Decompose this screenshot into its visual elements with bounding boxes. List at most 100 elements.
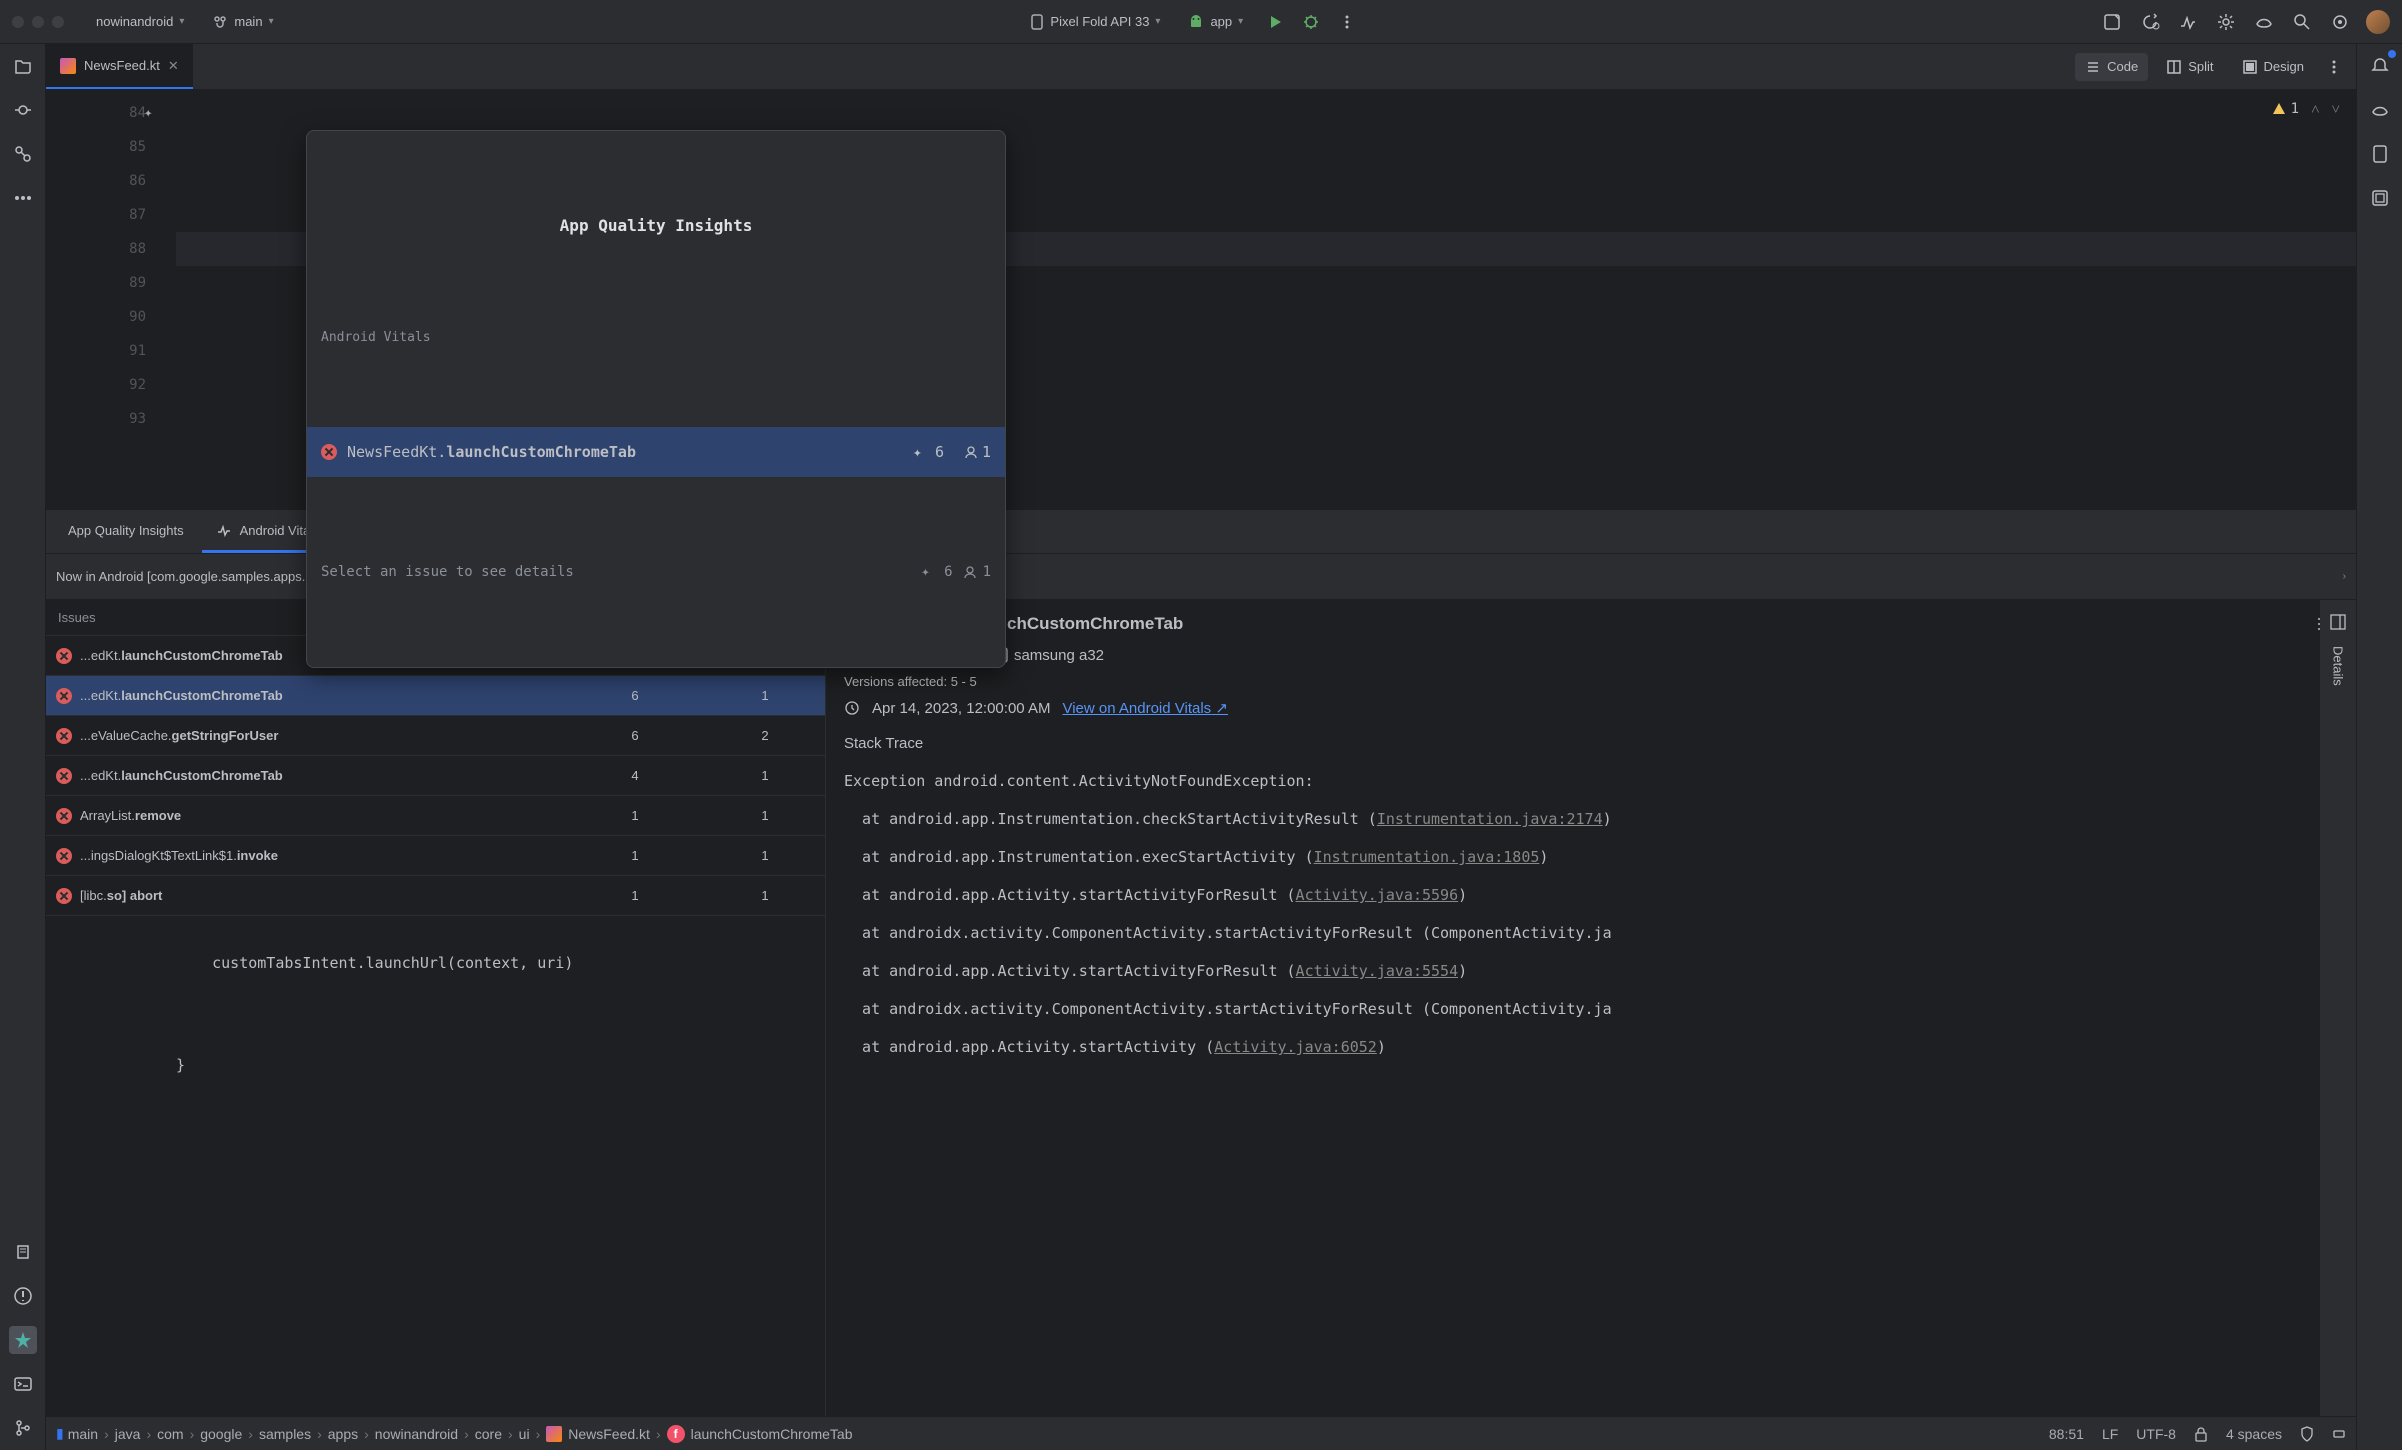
crumb[interactable]: samples (259, 1426, 311, 1442)
issue-detail-pane: NewsFeedKt.launchCustomChromeTab ✦ 6 1 3… (826, 600, 2356, 1416)
gutter-insight-icon[interactable]: ✦ (144, 96, 152, 130)
gradle-icon[interactable] (2252, 10, 2276, 34)
crumb-function[interactable]: flaunchCustomChromeTab (667, 1425, 853, 1443)
status-shield-icon[interactable] (2300, 1426, 2314, 1442)
git-branch-icon (212, 14, 228, 30)
crumb[interactable]: apps (328, 1426, 358, 1442)
crumb-source-root[interactable]: ▮main (56, 1425, 98, 1442)
debug-button[interactable] (1299, 10, 1323, 34)
chevron-down-icon: ▾ (269, 16, 274, 27)
editor-tabs: NewsFeed.kt ✕ Code Split Design (46, 44, 2356, 90)
detail-date-row: Apr 14, 2023, 12:00:00 AM View on Androi… (844, 699, 2338, 717)
code-with-me-icon[interactable] (2100, 10, 2124, 34)
status-line-sep[interactable]: LF (2102, 1426, 2118, 1442)
branch-name: main (234, 14, 262, 29)
stack-trace[interactable]: Exception android.content.ActivityNotFou… (844, 762, 2338, 1066)
close-window[interactable] (12, 16, 24, 28)
error-icon (56, 728, 72, 744)
commit-tool-icon[interactable] (9, 96, 37, 124)
device-manager-icon[interactable] (2366, 140, 2394, 168)
vcs-tool-icon[interactable] (9, 1414, 37, 1442)
error-icon (56, 688, 72, 704)
crumb[interactable]: com (157, 1426, 183, 1442)
crumb-file[interactable]: NewsFeed.kt (546, 1426, 650, 1442)
search-icon[interactable] (2290, 10, 2314, 34)
detail-stats: ✦ 6 1 33 samsung a32 (844, 646, 2338, 664)
details-tab-label[interactable]: Details (2331, 646, 2346, 686)
problems-tool-icon[interactable] (9, 1282, 37, 1310)
android-icon (1188, 14, 1204, 30)
editor-more-icon[interactable] (2322, 55, 2346, 79)
project-name: nowinandroid (96, 14, 173, 29)
file-tab-newsfeed[interactable]: NewsFeed.kt ✕ (46, 44, 193, 89)
next-highlight-icon[interactable]: ˅ (2332, 92, 2340, 126)
device-name: Pixel Fold API 33 (1050, 14, 1149, 29)
status-cursor-pos[interactable]: 88:51 (2049, 1426, 2084, 1442)
popup-users-stat: 1 (964, 435, 991, 469)
view-on-vitals-link[interactable]: View on Android Vitals ↗ (1062, 699, 1227, 717)
update-icon[interactable] (2138, 10, 2162, 34)
run-config-name: app (1210, 14, 1232, 29)
function-icon: f (667, 1425, 685, 1443)
error-icon (56, 768, 72, 784)
minimize-window[interactable] (32, 16, 44, 28)
window-controls[interactable] (12, 16, 64, 28)
settings-icon[interactable] (2328, 10, 2352, 34)
run-button[interactable] (1263, 10, 1287, 34)
editor-gutter: ✦ 84 85 86 87 88 89 90 91 92 93 (46, 90, 176, 510)
status-readonly-icon[interactable] (2194, 1426, 2208, 1442)
user-avatar[interactable] (2366, 10, 2390, 34)
kotlin-file-icon (60, 58, 76, 74)
structure-tool-icon[interactable] (9, 140, 37, 168)
run-config-selector[interactable]: app ▾ (1180, 10, 1251, 34)
popup-events-stat: ✦ 6 (913, 435, 944, 469)
chevron-down-icon: ▾ (1155, 16, 1160, 27)
app-quality-insights-tool-icon[interactable] (9, 1326, 37, 1354)
branch-selector[interactable]: main ▾ (204, 10, 281, 34)
popup-hint-row: Select an issue to see details ✦ 6 1 (307, 545, 1005, 599)
settings-gear-icon[interactable] (2214, 10, 2238, 34)
view-mode-split[interactable]: Split (2156, 53, 2223, 81)
detail-date: Apr 14, 2023, 12:00:00 AM (872, 700, 1050, 717)
logcat-tool-icon[interactable] (9, 1238, 37, 1266)
maximize-window[interactable] (52, 16, 64, 28)
project-tool-icon[interactable] (9, 52, 37, 80)
emulator-icon[interactable] (2366, 184, 2394, 212)
gradle-tool-icon[interactable] (2366, 96, 2394, 124)
stat-device: samsung a32 (996, 647, 1104, 664)
status-pin-icon[interactable] (2332, 1426, 2346, 1442)
breadcrumb-bar: ▮main ›java ›com ›google ›samples ›apps … (46, 1416, 2356, 1450)
editor-inspection-widget[interactable]: 1 ˄ ˅ (2271, 92, 2340, 126)
error-icon (56, 888, 72, 904)
project-selector[interactable]: nowinandroid ▾ (88, 10, 192, 33)
view-mode-design[interactable]: Design (2232, 53, 2314, 81)
view-mode-code[interactable]: Code (2075, 53, 2148, 81)
activity-icon[interactable] (2176, 10, 2200, 34)
phone-icon (1030, 14, 1044, 30)
prev-highlight-icon[interactable]: ˄ (2311, 92, 2319, 126)
device-selector[interactable]: Pixel Fold API 33 ▾ (1022, 10, 1168, 34)
close-tab-icon[interactable]: ✕ (168, 58, 179, 74)
left-tool-rail (0, 44, 46, 1450)
more-tool-icon[interactable] (9, 184, 37, 212)
code-editor[interactable]: ✦ 84 85 86 87 88 89 90 91 92 93 1 (46, 90, 2356, 510)
terminal-tool-icon[interactable] (9, 1370, 37, 1398)
layout-icon[interactable] (2326, 610, 2350, 634)
more-actions-icon[interactable] (1335, 10, 1359, 34)
chevron-down-icon: ▾ (1238, 16, 1243, 27)
popup-issue-row[interactable]: NewsFeedKt.launchCustomChromeTab ✦ 6 1 (307, 427, 1005, 477)
notifications-icon[interactable] (2366, 52, 2394, 80)
popup-title: App Quality Insights (307, 199, 1005, 249)
crumb[interactable]: google (200, 1426, 242, 1442)
crumb[interactable]: ui (519, 1426, 530, 1442)
error-icon (56, 648, 72, 664)
crumb[interactable]: java (115, 1426, 141, 1442)
insights-popup: App Quality Insights Android Vitals News… (306, 130, 1006, 668)
crumb[interactable]: core (475, 1426, 502, 1442)
error-icon (56, 848, 72, 864)
status-indent[interactable]: 4 spaces (2226, 1426, 2282, 1442)
crumb[interactable]: nowinandroid (375, 1426, 458, 1442)
detail-sidebar: Details (2320, 600, 2356, 1416)
stack-trace-label: Stack Trace (844, 735, 2338, 752)
status-encoding[interactable]: UTF-8 (2136, 1426, 2176, 1442)
